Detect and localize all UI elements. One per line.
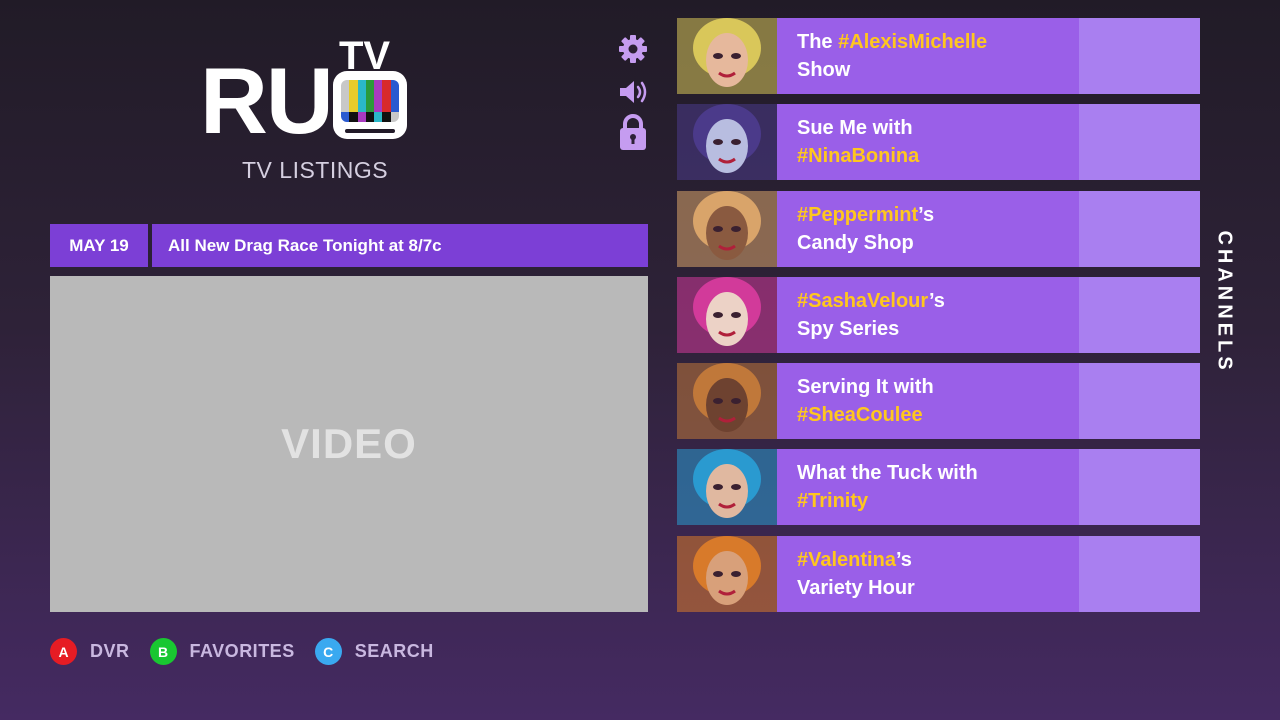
channel-title-text: Candy Shop: [797, 231, 914, 254]
search-button[interactable]: C SEARCH: [314, 638, 434, 665]
channel-title-text: What the Tuck with: [797, 462, 978, 485]
channel-title-line: #Peppermint’s: [797, 201, 1079, 229]
hashtag-text: #Trinity: [797, 490, 869, 513]
channel-thumbnail: [677, 276, 777, 353]
channels-heading-text: CHANNELS: [1213, 230, 1236, 374]
headline-text: All New Drag Race Tonight at 8/7c: [152, 224, 648, 267]
channel-title-line: Serving It with: [797, 373, 1079, 401]
logo-tv-text: TV: [339, 34, 391, 78]
channel-thumbnail: [677, 190, 777, 267]
channel-title: #SashaVelour’s Spy Series: [777, 276, 1079, 353]
channel-schedule-slot[interactable]: [1079, 449, 1200, 526]
channel-title-line: #SheaCoulee: [797, 401, 1079, 429]
page-subtitle: TV LISTINGS: [242, 157, 389, 183]
channel-schedule-slot[interactable]: [1079, 104, 1200, 181]
channel-title-line: Variety Hour: [797, 574, 1079, 602]
channel-title: Sue Me with #NinaBonina: [777, 104, 1079, 181]
channel-schedule-slot[interactable]: [1079, 190, 1200, 267]
channel-schedule-slot[interactable]: [1079, 535, 1200, 612]
channel-title-text: Show: [797, 59, 851, 81]
channel-schedule-slot[interactable]: [1079, 363, 1200, 440]
channel-title-line: #Valentina’s: [797, 546, 1079, 574]
channel-thumbnail: [677, 104, 777, 181]
channel-title-line: Sue Me with: [797, 114, 1079, 142]
gear-icon[interactable]: [617, 33, 649, 65]
channel-title-text: Variety Hour: [797, 576, 915, 599]
hashtag-text: #SashaVelour: [797, 289, 929, 312]
channel-thumbnail: [677, 449, 777, 526]
channel-item[interactable]: #Valentina’s Variety Hour: [677, 535, 1200, 612]
channel-title-line: The #AlexisMichelle: [797, 28, 1079, 56]
channel-title-text: ’s: [918, 203, 935, 226]
channel-title-text: ’s: [895, 548, 912, 571]
channel-title-text: Spy Series: [797, 317, 900, 340]
channel-title-text: Serving It with: [797, 376, 934, 399]
lock-icon[interactable]: [617, 113, 649, 150]
c-button-icon: C: [314, 638, 342, 665]
hashtag-text: #AlexisMichelle: [838, 31, 988, 53]
info-bar: MAY 19 All New Drag Race Tonight at 8/7c: [50, 224, 648, 267]
logo-ru-text: RU: [200, 48, 334, 153]
channel-title-text: ’s: [928, 289, 945, 312]
channel-title-line: #Trinity: [797, 487, 1079, 515]
channel-title-line: #SashaVelour’s: [797, 287, 1079, 315]
tv-set-icon: [333, 71, 407, 139]
dvr-button[interactable]: A DVR: [50, 638, 130, 665]
channel-title-line: #NinaBonina: [797, 142, 1079, 170]
dvr-label: DVR: [90, 641, 130, 661]
hashtag-text: #Valentina: [797, 548, 896, 571]
channels-heading: CHANNELS: [1207, 226, 1241, 378]
channel-title-line: Show: [797, 56, 1079, 84]
channel-list: The #AlexisMichelle Show Sue Me with #NinaB…: [677, 18, 1200, 622]
channel-item[interactable]: The #AlexisMichelle Show: [677, 18, 1200, 94]
channel-item[interactable]: Sue Me with #NinaBonina: [677, 104, 1200, 181]
channel-item[interactable]: #SashaVelour’s Spy Series: [677, 276, 1200, 353]
hashtag-text: #Peppermint: [797, 203, 919, 226]
channel-title-line: Candy Shop: [797, 229, 1079, 257]
channel-title: The #AlexisMichelle Show: [777, 18, 1079, 94]
channel-title-text: The: [797, 31, 839, 53]
channel-schedule-slot[interactable]: [1079, 18, 1200, 94]
favorites-button[interactable]: B FAVORITES: [149, 638, 295, 665]
channel-title: #Valentina’s Variety Hour: [777, 535, 1079, 612]
channel-item[interactable]: Serving It with #SheaCoulee: [677, 363, 1200, 440]
channel-thumbnail: [677, 363, 777, 440]
video-player[interactable]: VIDEO: [50, 276, 648, 612]
date-label: MAY 19: [50, 224, 148, 267]
channel-title: #Peppermint’s Candy Shop: [777, 190, 1079, 267]
hashtag-text: #NinaBonina: [797, 145, 920, 168]
favorites-label: FAVORITES: [189, 641, 295, 661]
channel-title: What the Tuck with #Trinity: [777, 449, 1079, 526]
channel-title: Serving It with #SheaCoulee: [777, 363, 1079, 440]
video-placeholder-label: VIDEO: [281, 420, 417, 467]
channel-schedule-slot[interactable]: [1079, 276, 1200, 353]
speaker-icon[interactable]: [617, 76, 649, 108]
b-button-icon: B: [149, 638, 177, 665]
a-button-icon: A: [50, 638, 77, 665]
channel-thumbnail: [677, 18, 777, 94]
channel-item[interactable]: #Peppermint’s Candy Shop: [677, 190, 1200, 267]
channel-title-line: What the Tuck with: [797, 459, 1079, 487]
channel-thumbnail: [677, 535, 777, 612]
hashtag-text: #SheaCoulee: [797, 404, 923, 427]
button-legend: A DVR B FAVORITES C SEARCH: [50, 638, 454, 665]
channel-title-text: Sue Me with: [797, 117, 913, 140]
ru-tv-logo: RU TV: [200, 34, 415, 153]
channel-item[interactable]: What the Tuck with #Trinity: [677, 449, 1200, 526]
channel-title-line: Spy Series: [797, 315, 1079, 343]
search-label: SEARCH: [354, 641, 434, 661]
